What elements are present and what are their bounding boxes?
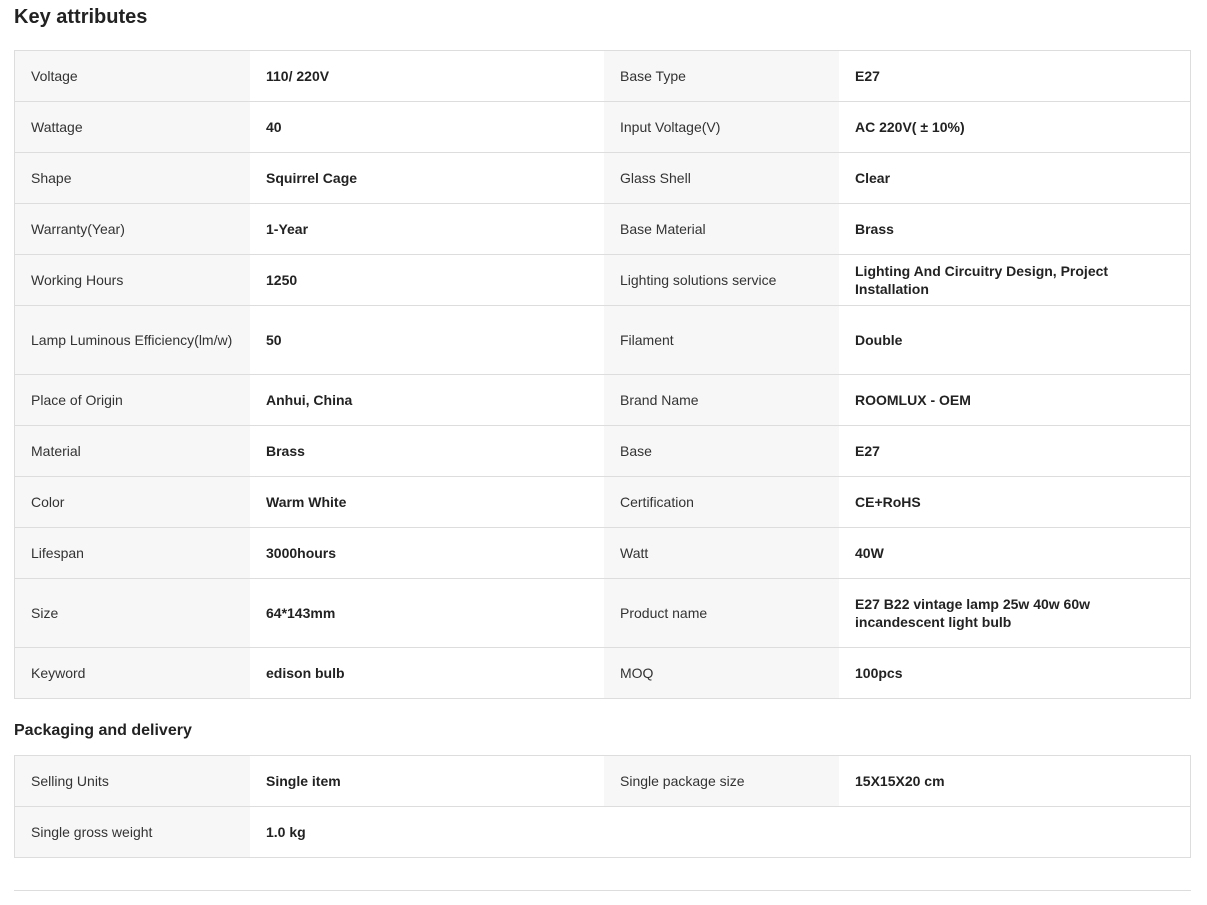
attribute-label: Brand Name: [604, 375, 839, 425]
attribute-value: 1-Year: [250, 204, 604, 254]
attribute-label: Size: [15, 579, 250, 647]
attribute-label: Lighting solutions service: [604, 255, 839, 305]
attribute-row: Selling Units Single item Single package…: [15, 756, 1190, 806]
attribute-value: E27: [839, 51, 1190, 101]
attribute-value: 40W: [839, 528, 1190, 578]
attribute-row: Single gross weight 1.0 kg: [15, 806, 1190, 857]
product-attributes-page: Key attributes Voltage 110/ 220V Base Ty…: [0, 0, 1207, 905]
attribute-label: Lamp Luminous Efficiency(lm/w): [15, 306, 250, 374]
attribute-row: Keyword edison bulb MOQ 100pcs: [15, 647, 1190, 698]
attribute-value: 15X15X20 cm: [839, 756, 1190, 806]
empty-cell: [839, 807, 1190, 857]
attribute-label: Material: [15, 426, 250, 476]
attribute-value: E27 B22 vintage lamp 25w 40w 60w incande…: [839, 579, 1190, 647]
attribute-row: Voltage 110/ 220V Base Type E27: [15, 51, 1190, 101]
attribute-row: Lifespan 3000hours Watt 40W: [15, 527, 1190, 578]
attribute-label: Input Voltage(V): [604, 102, 839, 152]
attribute-label: Base Material: [604, 204, 839, 254]
section-divider: [14, 890, 1191, 891]
attribute-value: Warm White: [250, 477, 604, 527]
attribute-label: Filament: [604, 306, 839, 374]
attribute-row: Wattage 40 Input Voltage(V) AC 220V( ± 1…: [15, 101, 1190, 152]
attribute-value: 100pcs: [839, 648, 1190, 698]
attribute-label: Shape: [15, 153, 250, 203]
attribute-value: AC 220V( ± 10%): [839, 102, 1190, 152]
packaging-table: Selling Units Single item Single package…: [14, 755, 1191, 858]
attribute-label: Single gross weight: [15, 807, 250, 857]
attribute-label: Color: [15, 477, 250, 527]
attribute-label: Lifespan: [15, 528, 250, 578]
attribute-value: Clear: [839, 153, 1190, 203]
attribute-value: E27: [839, 426, 1190, 476]
attribute-label: Certification: [604, 477, 839, 527]
empty-cell: [604, 807, 839, 857]
attribute-row: Working Hours 1250 Lighting solutions se…: [15, 254, 1190, 305]
attribute-value: 50: [250, 306, 604, 374]
attribute-label: Place of Origin: [15, 375, 250, 425]
attribute-value: Brass: [250, 426, 604, 476]
attribute-value: Double: [839, 306, 1190, 374]
attribute-row: Size 64*143mm Product name E27 B22 vinta…: [15, 578, 1190, 647]
attribute-label: Voltage: [15, 51, 250, 101]
attribute-value: CE+RoHS: [839, 477, 1190, 527]
attribute-label: Single package size: [604, 756, 839, 806]
attribute-label: Keyword: [15, 648, 250, 698]
attribute-label: MOQ: [604, 648, 839, 698]
attribute-value: 110/ 220V: [250, 51, 604, 101]
attribute-row: Place of Origin Anhui, China Brand Name …: [15, 374, 1190, 425]
attribute-row: Color Warm White Certification CE+RoHS: [15, 476, 1190, 527]
attribute-row: Shape Squirrel Cage Glass Shell Clear: [15, 152, 1190, 203]
attribute-label: Selling Units: [15, 756, 250, 806]
attribute-label: Watt: [604, 528, 839, 578]
attribute-value: Single item: [250, 756, 604, 806]
attribute-row: Material Brass Base E27: [15, 425, 1190, 476]
attribute-value: Anhui, China: [250, 375, 604, 425]
attribute-label: Warranty(Year): [15, 204, 250, 254]
attribute-label: Product name: [604, 579, 839, 647]
attribute-value: Brass: [839, 204, 1190, 254]
attribute-label: Working Hours: [15, 255, 250, 305]
attribute-value: 40: [250, 102, 604, 152]
attribute-value: 3000hours: [250, 528, 604, 578]
attribute-value: ROOMLUX - OEM: [839, 375, 1190, 425]
attribute-row: Lamp Luminous Efficiency(lm/w) 50 Filame…: [15, 305, 1190, 374]
attribute-value: Lighting And Circuitry Design, Project I…: [839, 255, 1190, 305]
key-attributes-table: Voltage 110/ 220V Base Type E27 Wattage …: [14, 50, 1191, 699]
attribute-value: Squirrel Cage: [250, 153, 604, 203]
attribute-value: 1250: [250, 255, 604, 305]
attribute-label: Glass Shell: [604, 153, 839, 203]
attribute-value: 1.0 kg: [250, 807, 604, 857]
attribute-row: Warranty(Year) 1-Year Base Material Bras…: [15, 203, 1190, 254]
attribute-label: Base: [604, 426, 839, 476]
packaging-heading: Packaging and delivery: [14, 722, 192, 739]
attribute-value: edison bulb: [250, 648, 604, 698]
attribute-label: Base Type: [604, 51, 839, 101]
key-attributes-heading: Key attributes: [14, 6, 148, 28]
attribute-value: 64*143mm: [250, 579, 604, 647]
attribute-label: Wattage: [15, 102, 250, 152]
